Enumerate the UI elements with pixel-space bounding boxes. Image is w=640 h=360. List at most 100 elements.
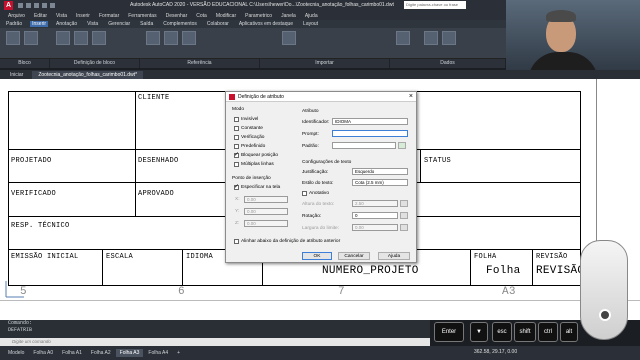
shift-key[interactable]: shift — [514, 322, 536, 342]
menu-item[interactable]: Modificar — [216, 13, 236, 19]
annotative-checkbox[interactable] — [302, 191, 307, 196]
label-status: STATUS — [424, 157, 452, 165]
command-input[interactable]: Digite um comando — [0, 338, 430, 346]
menu-item[interactable]: Arquivo — [8, 13, 25, 19]
menu-item[interactable]: Inserir — [76, 13, 90, 19]
text-style-label: Estilo do texto: — [302, 181, 334, 186]
default-input[interactable] — [332, 142, 396, 149]
preset-checkbox[interactable] — [234, 144, 239, 149]
add-layout-icon[interactable]: + — [173, 349, 184, 357]
undo-icon[interactable] — [42, 3, 47, 8]
verify-checkbox[interactable] — [234, 135, 239, 140]
autocad-logo-icon[interactable]: A — [4, 1, 13, 10]
attach-icon[interactable] — [146, 31, 160, 45]
ribbon-tab[interactable]: Aplicativos em destaque — [237, 21, 295, 27]
doc-tab-active[interactable]: Zootecnia_anotação_folhas_carimbo01.dwt* — [32, 70, 144, 79]
attribute-numero-projeto[interactable]: NUMERO_PROJETO — [322, 265, 419, 277]
alt-key[interactable]: alt — [560, 322, 578, 342]
adjust-icon[interactable] — [182, 31, 196, 45]
data-link-icon[interactable] — [442, 31, 456, 45]
attribute-section-label: Atributo — [302, 109, 319, 114]
pick-rotation-icon[interactable] — [400, 212, 408, 219]
pick-height-icon[interactable] — [400, 200, 408, 207]
text-height-input[interactable]: 2.50 — [352, 200, 398, 207]
close-icon[interactable]: × — [409, 92, 413, 102]
col-line — [470, 249, 471, 285]
dropdown-key[interactable]: ▼ — [470, 322, 488, 342]
menu-item[interactable]: Ferramentas — [128, 13, 156, 19]
import-icon[interactable] — [396, 31, 410, 45]
manage-attributes-icon[interactable] — [92, 31, 106, 45]
label-verificado: VERIFICADO — [11, 190, 57, 198]
field-icon[interactable] — [424, 31, 438, 45]
constant-checkbox[interactable] — [234, 126, 239, 131]
help-button[interactable]: Ajuda — [378, 252, 410, 260]
menu-item[interactable]: Desenhar — [166, 13, 188, 19]
menu-item[interactable]: Editar — [34, 13, 47, 19]
menu-item[interactable]: Janela — [281, 13, 296, 19]
clip-icon[interactable] — [164, 31, 178, 45]
layout-tab[interactable]: Folha A1 — [58, 349, 86, 357]
ribbon-tab[interactable]: Gerenciar — [106, 21, 132, 27]
edit-attribute-icon[interactable] — [24, 31, 38, 45]
coordinates-readout: 362.58, 29.17, 0.00 — [474, 349, 518, 355]
text-style-select[interactable]: Cota (2.5 mm) — [352, 179, 408, 186]
menu-item[interactable]: Ajuda — [305, 13, 318, 19]
ribbon-tab[interactable]: Padrão — [4, 21, 24, 27]
redo-icon[interactable] — [50, 3, 55, 8]
pdf-import-icon[interactable] — [282, 31, 296, 45]
layout-tab[interactable]: Folha A2 — [87, 349, 115, 357]
command-line: DEFATRIB — [8, 327, 33, 333]
menu-item[interactable]: Vista — [56, 13, 67, 19]
menu-item[interactable]: Formatar — [99, 13, 119, 19]
ribbon-tab[interactable]: Anotação — [54, 21, 79, 27]
search-input[interactable]: Digite palavra-chave ou frase — [404, 1, 466, 9]
grid-marker: A3 — [502, 286, 516, 298]
menu-item[interactable]: Cota — [196, 13, 207, 19]
ribbon-tab[interactable]: Colaborar — [205, 21, 231, 27]
prompt-input[interactable] — [332, 130, 408, 137]
rotation-label: Rotação: — [302, 214, 322, 219]
rotation-input[interactable]: 0 — [352, 212, 398, 219]
y-input[interactable]: 0.00 — [244, 208, 288, 215]
x-input[interactable]: 0.00 — [244, 196, 288, 203]
multiline-checkbox[interactable] — [234, 162, 239, 167]
ribbon-tab[interactable]: Saída — [138, 21, 155, 27]
insert-block-icon[interactable] — [6, 31, 20, 45]
prompt-label: Prompt: — [302, 132, 319, 137]
ribbon-tab[interactable]: Complementos — [161, 21, 199, 27]
boundary-width-label: Largura do limite: — [302, 226, 340, 231]
insert-field-icon[interactable] — [398, 142, 406, 149]
doc-tab-start[interactable]: Iniciar — [4, 71, 29, 79]
menu-item[interactable]: Parametrico — [245, 13, 272, 19]
attribute-revisao[interactable]: REVISÃO — [536, 265, 584, 277]
boundary-width-input[interactable]: 0.00 — [352, 224, 398, 231]
ribbon-tab[interactable]: Vista — [85, 21, 100, 27]
align-below-checkbox[interactable] — [234, 239, 239, 244]
define-attributes-icon[interactable] — [74, 31, 88, 45]
new-icon[interactable] — [18, 3, 23, 8]
enter-key[interactable]: Enter — [434, 322, 464, 342]
ribbon-tab[interactable]: Layout — [301, 21, 320, 27]
open-icon[interactable] — [26, 3, 31, 8]
create-block-icon[interactable] — [56, 31, 70, 45]
save-icon[interactable] — [34, 3, 39, 8]
layout-tab[interactable]: Modelo — [4, 349, 28, 357]
tag-label: Identificador: — [302, 120, 330, 125]
ok-button[interactable]: OK — [302, 252, 332, 260]
invisible-checkbox[interactable] — [234, 117, 239, 122]
ctrl-key[interactable]: ctrl — [538, 322, 558, 342]
tag-input[interactable]: IDIOMA — [332, 118, 408, 125]
z-input[interactable]: 0.00 — [244, 220, 288, 227]
specify-on-screen-checkbox[interactable] — [234, 183, 239, 190]
layout-tab-active[interactable]: Folha A3 — [115, 349, 144, 357]
pick-width-icon[interactable] — [400, 224, 408, 231]
layout-tab[interactable]: Folha A0 — [29, 349, 57, 357]
ribbon-tab-active[interactable]: Inserir — [30, 21, 49, 27]
layout-tab[interactable]: Folha A4 — [144, 349, 172, 357]
esc-key[interactable]: esc — [492, 322, 512, 342]
lock-position-checkbox[interactable] — [234, 151, 239, 158]
attribute-folha[interactable]: Folha — [486, 265, 521, 277]
justification-select[interactable]: Esquerdo — [352, 168, 408, 175]
cancel-button[interactable]: Cancelar — [338, 252, 370, 260]
